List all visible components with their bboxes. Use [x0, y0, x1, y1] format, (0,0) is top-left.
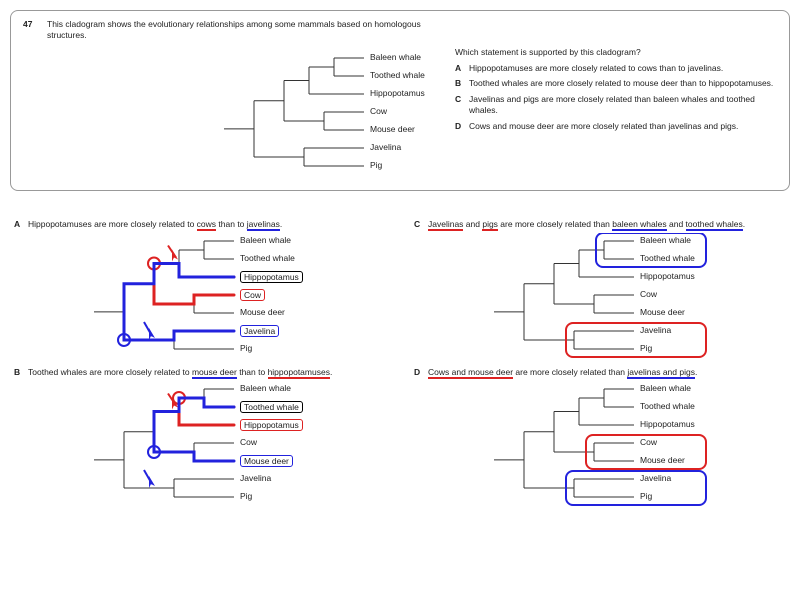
expl-cladogram-B: Baleen whale Toothed whale Hippopotamus Cow…: [14, 381, 384, 509]
expl-letter: C: [414, 219, 428, 231]
highlight-term: baleen whales: [612, 219, 666, 231]
highlight-term: pigs: [482, 219, 498, 231]
highlight-term: Cows and mouse deer: [428, 367, 513, 379]
expl-letter: D: [414, 367, 428, 379]
option-B[interactable]: BToothed whales are more closely related…: [455, 78, 775, 89]
taxon-label: Mouse deer: [240, 307, 285, 317]
taxon-label: Javelina: [640, 473, 671, 483]
taxon-label: Mouse deer: [370, 124, 415, 134]
options-list: AHippopotamuses are more closely related…: [455, 63, 775, 132]
taxon-label: Javelina: [240, 473, 271, 483]
expl-cladogram-D: Baleen whale Toothed whale Hippopotamus Cow…: [414, 381, 784, 509]
taxon-label: Baleen whale: [240, 235, 291, 245]
expl-text-B: Toothed whales are more closely related …: [28, 367, 332, 379]
taxon-label: Toothed whale: [240, 401, 303, 413]
taxon-label: Mouse deer: [240, 455, 293, 467]
taxon-label: Hippopotamus: [240, 271, 303, 283]
expl-cladogram-A: Baleen whale Toothed whale Hippopotamus Cow…: [14, 233, 384, 361]
taxon-label: Baleen whale: [640, 383, 691, 393]
expl-text-C: Javelinas and pigs are more closely rela…: [428, 219, 745, 231]
expl-letter: B: [14, 367, 28, 379]
explanations-grid: A Hippopotamuses are more closely relate…: [10, 219, 790, 515]
taxon-label: Pig: [240, 491, 252, 501]
expl-letter: A: [14, 219, 28, 231]
explanation-A: A Hippopotamuses are more closely relate…: [14, 219, 384, 361]
expl-text-A: Hippopotamuses are more closely related …: [28, 219, 282, 231]
taxon-label: Cow: [240, 289, 265, 301]
explanation-B: B Toothed whales are more closely relate…: [14, 367, 384, 509]
option-letter: A: [455, 63, 469, 74]
highlight-term: mouse deer: [192, 367, 237, 379]
option-text: Javelinas and pigs are more closely rela…: [469, 94, 775, 117]
option-text: Hippopotamuses are more closely related …: [469, 63, 723, 74]
taxon-label: Mouse deer: [640, 307, 685, 317]
taxon-label: Pig: [640, 343, 652, 353]
taxon-label: Toothed whale: [640, 401, 695, 411]
option-letter: C: [455, 94, 469, 117]
taxon-label: Javelina: [640, 325, 671, 335]
question-text: This cladogram shows the evolutionary re…: [47, 19, 439, 42]
taxon-label: Baleen whale: [640, 235, 691, 245]
taxon-label: Javelina: [240, 325, 279, 337]
taxon-label: Hippopotamus: [240, 419, 303, 431]
taxon-label: Cow: [640, 289, 657, 299]
taxon-label: Mouse deer: [640, 455, 685, 465]
highlight-term: toothed whales: [686, 219, 743, 231]
option-C[interactable]: CJavelinas and pigs are more closely rel…: [455, 94, 775, 117]
highlight-term: Javelinas: [428, 219, 463, 231]
highlight-term: javelinas and pigs: [627, 367, 695, 379]
highlight-term: cows: [197, 219, 216, 231]
taxon-label: Baleen whale: [370, 52, 421, 62]
highlight-term: hippopotamuses: [268, 367, 330, 379]
taxon-label: Pig: [640, 491, 652, 501]
question-box: 47 This cladogram shows the evolutionary…: [10, 10, 790, 191]
option-D[interactable]: DCows and mouse deer are more closely re…: [455, 121, 775, 132]
taxon-label: Toothed whale: [240, 253, 295, 263]
taxon-label: Cow: [370, 106, 387, 116]
taxon-label: Javelina: [370, 142, 401, 152]
taxon-label: Baleen whale: [240, 383, 291, 393]
option-text: Toothed whales are more closely related …: [469, 78, 773, 89]
question-prompt: Which statement is supported by this cla…: [455, 47, 775, 57]
taxon-label: Cow: [640, 437, 657, 447]
taxon-label: Hippopotamus: [370, 88, 425, 98]
option-letter: B: [455, 78, 469, 89]
taxon-label: Pig: [370, 160, 382, 170]
expl-text-D: Cows and mouse deer are more closely rel…: [428, 367, 697, 379]
option-letter: D: [455, 121, 469, 132]
explanation-C: C Javelinas and pigs are more closely re…: [414, 219, 784, 361]
taxon-label: Toothed whale: [370, 70, 425, 80]
taxon-label: Toothed whale: [640, 253, 695, 263]
taxon-label: Pig: [240, 343, 252, 353]
question-number: 47: [23, 19, 32, 29]
taxon-label: Hippopotamus: [640, 271, 695, 281]
question-right-column: Which statement is supported by this cla…: [455, 47, 775, 136]
expl-cladogram-C: Baleen whale Toothed whale Hippopotamus Cow…: [414, 233, 784, 361]
explanation-D: D Cows and mouse deer are more closely r…: [414, 367, 784, 509]
option-A[interactable]: AHippopotamuses are more closely related…: [455, 63, 775, 74]
taxon-label: Hippopotamus: [640, 419, 695, 429]
taxon-label: Cow: [240, 437, 257, 447]
highlight-term: javelinas: [247, 219, 280, 231]
option-text: Cows and mouse deer are more closely rel…: [469, 121, 738, 132]
